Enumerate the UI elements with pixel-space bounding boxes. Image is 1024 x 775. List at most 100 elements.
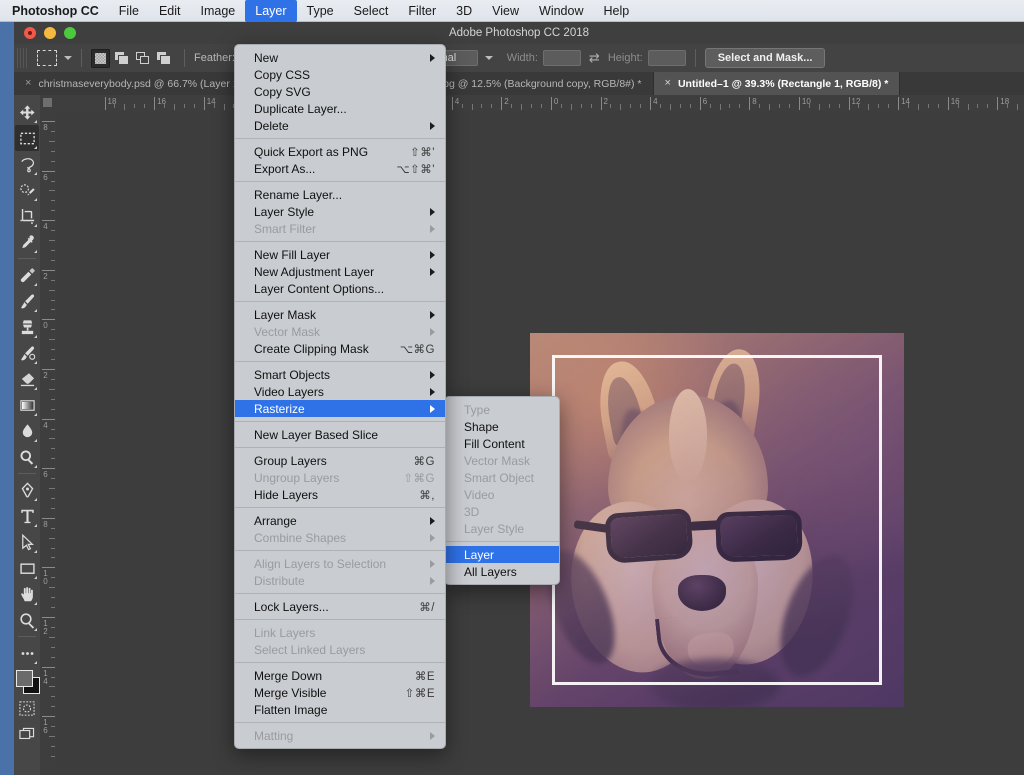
- ruler-major-tick: [42, 666, 55, 668]
- layer-menu-item-new-layer-based-slice[interactable]: New Layer Based Slice: [235, 426, 445, 443]
- layer-menu-item-arrange[interactable]: Arrange: [235, 512, 445, 529]
- eraser-tool[interactable]: [15, 366, 39, 392]
- ruler-minor-tick: [917, 104, 919, 110]
- subtract-from-selection-button[interactable]: [133, 49, 152, 68]
- menu-app-name[interactable]: Photoshop CC: [8, 0, 109, 22]
- rasterize-item-all-layers[interactable]: All Layers: [445, 563, 559, 580]
- ruler-minor-tick: [729, 104, 731, 108]
- select-and-mask-button[interactable]: Select and Mask...: [704, 48, 826, 68]
- document-tab[interactable]: × Untitled–1 @ 39.3% (Rectangle 1, RGB/8)…: [653, 72, 901, 95]
- clone-stamp-tool[interactable]: [15, 314, 39, 340]
- rasterize-item-shape[interactable]: Shape: [445, 418, 559, 435]
- blur-tool[interactable]: [15, 418, 39, 444]
- path-selection-tool[interactable]: [15, 529, 39, 555]
- menu-help[interactable]: Help: [594, 0, 640, 22]
- edit-toolbar-tool[interactable]: [15, 640, 39, 666]
- eyedropper-tool[interactable]: [15, 229, 39, 255]
- hand-tool[interactable]: [15, 581, 39, 607]
- layer-menu-item-flatten-image[interactable]: Flatten Image: [235, 701, 445, 718]
- chevron-down-icon[interactable]: [484, 56, 493, 60]
- horizontal-ruler[interactable]: 181614121086420246810121416182: [56, 95, 1024, 112]
- move-tool[interactable]: [15, 99, 39, 125]
- menu-item-label: Duplicate Layer...: [254, 101, 347, 116]
- new-selection-button[interactable]: [91, 48, 110, 68]
- rasterize-item-fill-content[interactable]: Fill Content: [445, 435, 559, 452]
- layer-menu-item-copy-css[interactable]: Copy CSS: [235, 66, 445, 83]
- dodge-tool[interactable]: [15, 444, 39, 470]
- layer-menu-item-export-as[interactable]: Export As... ⌥⇧⌘': [235, 160, 445, 177]
- foreground-background-color-swatches[interactable]: [15, 669, 40, 695]
- layer-menu-item-rasterize[interactable]: Rasterize: [235, 400, 445, 417]
- layer-menu-item-new-adjustment-layer[interactable]: New Adjustment Layer: [235, 263, 445, 280]
- gradient-tool[interactable]: [15, 392, 39, 418]
- menu-window[interactable]: Window: [529, 0, 593, 22]
- rasterize-item-type: Type: [445, 401, 559, 418]
- quick-selection-tool[interactable]: [15, 177, 39, 203]
- menu-item-label: Copy SVG: [254, 84, 311, 99]
- layer-menu-item-group-layers[interactable]: Group Layers ⌘G: [235, 452, 445, 469]
- layer-menu-item-copy-svg[interactable]: Copy SVG: [235, 83, 445, 100]
- layer-menu-item-rename-layer[interactable]: Rename Layer...: [235, 186, 445, 203]
- menu-item-label: Link Layers: [254, 625, 316, 640]
- close-tab-icon[interactable]: ×: [665, 78, 671, 89]
- layer-menu-item-delete[interactable]: Delete: [235, 117, 445, 134]
- menu-select[interactable]: Select: [344, 0, 399, 22]
- layer-menu-dropdown[interactable]: New Copy CSS Copy SVG Duplicate Layer... Del…: [234, 44, 446, 749]
- rectangular-marquee-icon[interactable]: [37, 50, 57, 66]
- lasso-tool[interactable]: [15, 151, 39, 177]
- layer-menu-item-lock-layers[interactable]: Lock Layers... ⌘/: [235, 598, 445, 615]
- layer-menu-item-new[interactable]: New: [235, 49, 445, 66]
- zoom-tool[interactable]: [15, 607, 39, 633]
- menu-type[interactable]: Type: [297, 0, 344, 22]
- ruler-label: 4: [43, 222, 48, 232]
- ruler-major-tick: [42, 468, 55, 470]
- pen-tool[interactable]: [15, 477, 39, 503]
- menu-file[interactable]: File: [109, 0, 149, 22]
- crop-tool[interactable]: [15, 203, 39, 229]
- ruler-minor-tick: [51, 745, 55, 747]
- rasterize-submenu[interactable]: Type Shape Fill Content Vector Mask Smart Ob…: [444, 396, 560, 585]
- menu-filter[interactable]: Filter: [398, 0, 446, 22]
- menu-image[interactable]: Image: [191, 0, 246, 22]
- layer-menu-item-layer-style[interactable]: Layer Style: [235, 203, 445, 220]
- layer-menu-item-layer-mask[interactable]: Layer Mask: [235, 306, 445, 323]
- vertical-ruler[interactable]: 8 6 4 2 0 2 4 6 8 10 12 14 16: [40, 111, 57, 775]
- ruler-corner[interactable]: [40, 95, 57, 112]
- artwork-canvas[interactable]: [530, 333, 904, 707]
- layer-menu-item-smart-objects[interactable]: Smart Objects: [235, 366, 445, 383]
- width-input[interactable]: [542, 50, 581, 66]
- photoshop-screen: Photoshop CC File Edit Image Layer Type Selec…: [0, 0, 1024, 775]
- close-tab-icon[interactable]: ×: [25, 78, 31, 89]
- rectangular-marquee-tool[interactable]: [15, 125, 39, 151]
- layer-menu-item-merge-down[interactable]: Merge Down ⌘E: [235, 667, 445, 684]
- spot-healing-brush-tool[interactable]: [15, 262, 39, 288]
- rectangle-tool[interactable]: [15, 555, 39, 581]
- screen-mode-button[interactable]: [15, 721, 39, 747]
- history-brush-tool[interactable]: [15, 340, 39, 366]
- layer-menu-item-quick-export-as-png[interactable]: Quick Export as PNG ⇧⌘': [235, 143, 445, 160]
- menu-item-label: Arrange: [254, 513, 297, 528]
- layer-menu-item-merge-visible[interactable]: Merge Visible ⇧⌘E: [235, 684, 445, 701]
- ruler-minor-tick: [51, 408, 55, 410]
- rasterize-item-layer[interactable]: Layer: [445, 546, 559, 563]
- layer-menu-item-hide-layers[interactable]: Hide Layers ⌘,: [235, 486, 445, 503]
- intersect-selection-button[interactable]: [154, 49, 173, 68]
- quick-mask-toggle[interactable]: [15, 695, 39, 721]
- type-tool[interactable]: [15, 503, 39, 529]
- layer-menu-item-create-clipping-mask[interactable]: Create Clipping Mask ⌥⌘G: [235, 340, 445, 357]
- chevron-down-icon[interactable]: [64, 56, 72, 60]
- brush-tool[interactable]: [15, 288, 39, 314]
- layer-menu-item-duplicate-layer[interactable]: Duplicate Layer...: [235, 100, 445, 117]
- height-input[interactable]: [647, 50, 686, 66]
- menu-view[interactable]: View: [482, 0, 529, 22]
- layer-menu-item-matting: Matting: [235, 727, 445, 744]
- layer-menu-item-video-layers[interactable]: Video Layers: [235, 383, 445, 400]
- add-to-selection-button[interactable]: [112, 49, 131, 68]
- swap-width-height-icon[interactable]: ⇄: [589, 50, 600, 66]
- menu-layer[interactable]: Layer: [245, 0, 297, 22]
- menu-edit[interactable]: Edit: [149, 0, 191, 22]
- layer-menu-item-new-fill-layer[interactable]: New Fill Layer: [235, 246, 445, 263]
- menu-3d[interactable]: 3D: [446, 0, 482, 22]
- options-bar-grip[interactable]: [17, 48, 27, 68]
- layer-menu-item-layer-content-options[interactable]: Layer Content Options...: [235, 280, 445, 297]
